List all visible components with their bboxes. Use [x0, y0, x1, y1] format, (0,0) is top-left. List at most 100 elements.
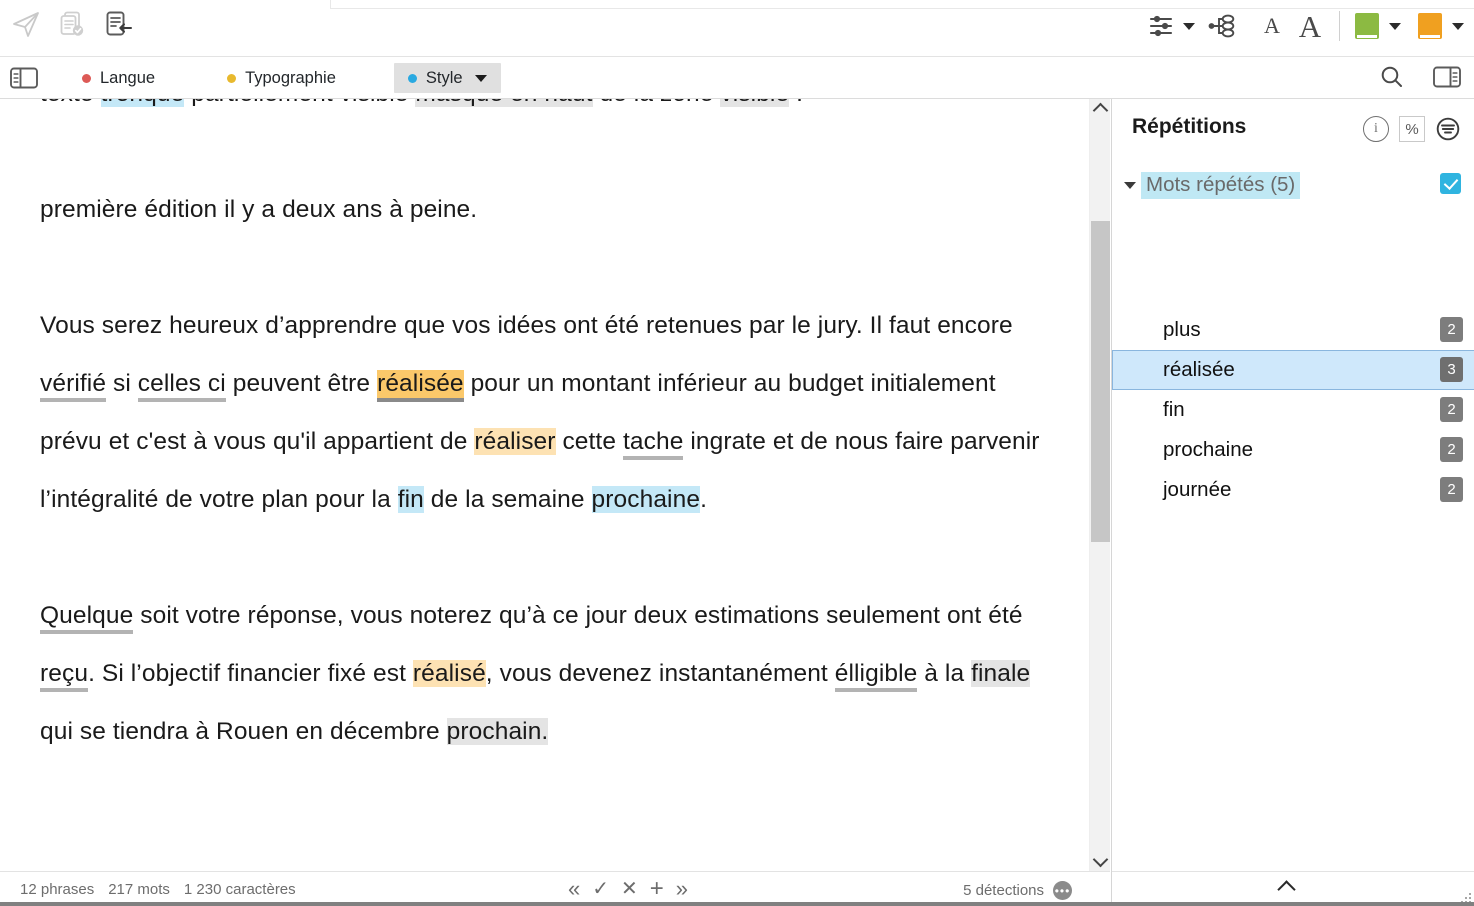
- text-run: soit votre réponse, vous noterez qu’à ce…: [133, 602, 1023, 629]
- repetition-word: plus: [1163, 318, 1201, 341]
- search-icon[interactable]: [1378, 63, 1406, 91]
- repetition-count-badge: 2: [1440, 397, 1463, 422]
- scroll-up-button[interactable]: [1090, 99, 1110, 119]
- tab-langue[interactable]: Langue: [68, 63, 169, 93]
- highlighted-word[interactable]: visible: [720, 99, 790, 107]
- repetition-list-item[interactable]: prochaine 2: [1112, 430, 1474, 470]
- percent-toggle-button[interactable]: %: [1399, 116, 1425, 142]
- filter-icon[interactable]: [1435, 116, 1461, 142]
- group-checkbox[interactable]: [1440, 173, 1461, 194]
- group-row-mots-repetes[interactable]: Mots répétés (5): [1112, 170, 1474, 200]
- character-count: 1 230 caractères: [183, 881, 296, 898]
- tab-typographie-label: Typographie: [245, 68, 336, 87]
- font-large-icon[interactable]: A: [1293, 11, 1327, 42]
- dictionary-orange-caret-icon[interactable]: [1452, 22, 1464, 30]
- font-large-label: A: [1298, 8, 1322, 44]
- repetition-list-item[interactable]: plus 2: [1112, 310, 1474, 350]
- repetition-list-item[interactable]: journée 2: [1112, 470, 1474, 510]
- highlighted-word[interactable]: tronqué: [100, 99, 185, 107]
- highlighted-word[interactable]: tache: [622, 428, 684, 460]
- panel-header-icons: i %: [1363, 116, 1461, 142]
- highlighted-word[interactable]: masqué en haut: [415, 99, 593, 107]
- highlighted-word[interactable]: celles ci: [137, 370, 226, 402]
- settings-sliders-icon[interactable]: [1145, 9, 1179, 43]
- chevron-up-icon[interactable]: [1277, 880, 1296, 899]
- highlighted-word[interactable]: réaliser: [474, 428, 556, 455]
- text-run: si: [106, 370, 138, 397]
- structure-tree-icon[interactable]: [1205, 9, 1239, 43]
- text-run: texte: [40, 99, 101, 107]
- highlighted-word[interactable]: vérifié: [40, 370, 107, 402]
- paragraph[interactable]: Quelque soit votre réponse, vous noterez…: [40, 587, 1049, 761]
- highlighted-word[interactable]: reçu: [40, 660, 89, 692]
- highlighted-word[interactable]: prochain.: [446, 718, 549, 745]
- tab-langue-dot-icon: [82, 73, 91, 83]
- document-check-icon[interactable]: [56, 8, 88, 40]
- status-bar: 12 phrases 217 mots 1 230 caractères « ✓…: [0, 871, 1110, 906]
- repetition-word: réalisée: [1163, 358, 1235, 381]
- left-panel-toggle-icon[interactable]: [9, 65, 39, 96]
- highlighted-word[interactable]: prochaine: [591, 486, 701, 513]
- text-run: Vous serez heureux d’apprendre que vos i…: [40, 312, 1013, 339]
- repetition-list-item[interactable]: réalisée 3: [1112, 350, 1474, 390]
- right-panel-toggle-icon[interactable]: [1432, 64, 1462, 90]
- send-icon[interactable]: [10, 8, 42, 40]
- paragraph[interactable]: texte tronqué partiellement visible masq…: [40, 99, 1049, 123]
- toolbar-frame-divider: [330, 0, 1474, 9]
- highlighted-word[interactable]: réalisée: [377, 370, 464, 402]
- group-label: Mots répétés (5): [1141, 171, 1301, 199]
- highlighted-word[interactable]: Quelque: [40, 602, 134, 634]
- word-count: 217 mots: [108, 881, 170, 898]
- correction-nav: « ✓ ✕ + »: [568, 877, 688, 901]
- first-correction-button[interactable]: «: [568, 878, 580, 900]
- text-run: , vous devenez instantanément: [485, 660, 835, 687]
- tab-style-label: Style: [425, 68, 463, 87]
- repetition-word: fin: [1163, 398, 1185, 421]
- chevron-down-icon: [1092, 851, 1108, 868]
- text-run: à la: [917, 660, 972, 687]
- tab-style-dot-icon: [407, 73, 417, 83]
- highlighted-word[interactable]: finale: [971, 660, 1031, 687]
- document-import-icon[interactable]: [102, 8, 134, 40]
- document-viewport[interactable]: texte tronqué partiellement visible masq…: [0, 99, 1089, 871]
- document-body[interactable]: texte tronqué partiellement visible masq…: [0, 99, 1089, 761]
- paragraph[interactable]: Vous serez heureux d’apprendre que vos i…: [40, 297, 1049, 529]
- repetition-word: prochaine: [1163, 438, 1254, 461]
- scroll-down-button[interactable]: [1090, 851, 1110, 871]
- dictionary-orange-icon[interactable]: [1415, 11, 1445, 41]
- highlighted-word[interactable]: réalisé: [412, 660, 486, 687]
- text-run: première édition il y a deux ans à peine…: [40, 196, 478, 223]
- accept-correction-button[interactable]: ✓: [592, 879, 609, 899]
- repetition-list: plus 2 réalisée 3 fin 2 prochaine 2 journée 2: [1112, 310, 1474, 510]
- highlighted-word[interactable]: fin: [397, 486, 424, 513]
- text-run: peuvent être: [225, 370, 378, 397]
- text-run: .: [789, 99, 803, 107]
- tab-style-caret-icon[interactable]: [474, 74, 487, 82]
- category-tabbar: Langue Typographie Style: [0, 57, 1474, 99]
- detections-menu-icon[interactable]: •••: [1053, 881, 1072, 900]
- group-expand-caret-icon[interactable]: [1124, 181, 1136, 189]
- dictionary-green-caret-icon[interactable]: [1389, 22, 1401, 30]
- add-to-dictionary-button[interactable]: +: [650, 877, 664, 901]
- document-counts: 12 phrases 217 mots 1 230 caractères: [20, 881, 296, 898]
- repetition-list-item[interactable]: fin 2: [1112, 390, 1474, 430]
- settings-dropdown-caret-icon[interactable]: [1183, 22, 1195, 30]
- tab-typographie[interactable]: Typographie: [213, 63, 350, 93]
- reject-correction-button[interactable]: ✕: [621, 879, 638, 899]
- text-run: partiellement visible: [184, 99, 415, 107]
- font-small-icon[interactable]: A: [1257, 15, 1287, 37]
- highlighted-word[interactable]: élligible: [834, 660, 918, 692]
- paragraph[interactable]: première édition il y a deux ans à peine…: [40, 181, 1049, 239]
- dictionary-green-icon[interactable]: [1352, 11, 1382, 41]
- tab-list: Langue Typographie Style: [68, 57, 505, 99]
- tabbar-right-group: [1378, 63, 1462, 91]
- text-run: de la semaine: [423, 486, 592, 513]
- next-correction-button[interactable]: »: [676, 878, 688, 900]
- document-scrollbar[interactable]: [1089, 99, 1110, 871]
- text-run: de la zone: [593, 99, 721, 107]
- panel-footer: [1112, 871, 1474, 906]
- info-icon[interactable]: i: [1363, 116, 1389, 142]
- scrollbar-thumb[interactable]: [1091, 221, 1110, 542]
- detections-group: 5 détections •••: [963, 881, 1072, 900]
- tab-style[interactable]: Style: [393, 63, 501, 93]
